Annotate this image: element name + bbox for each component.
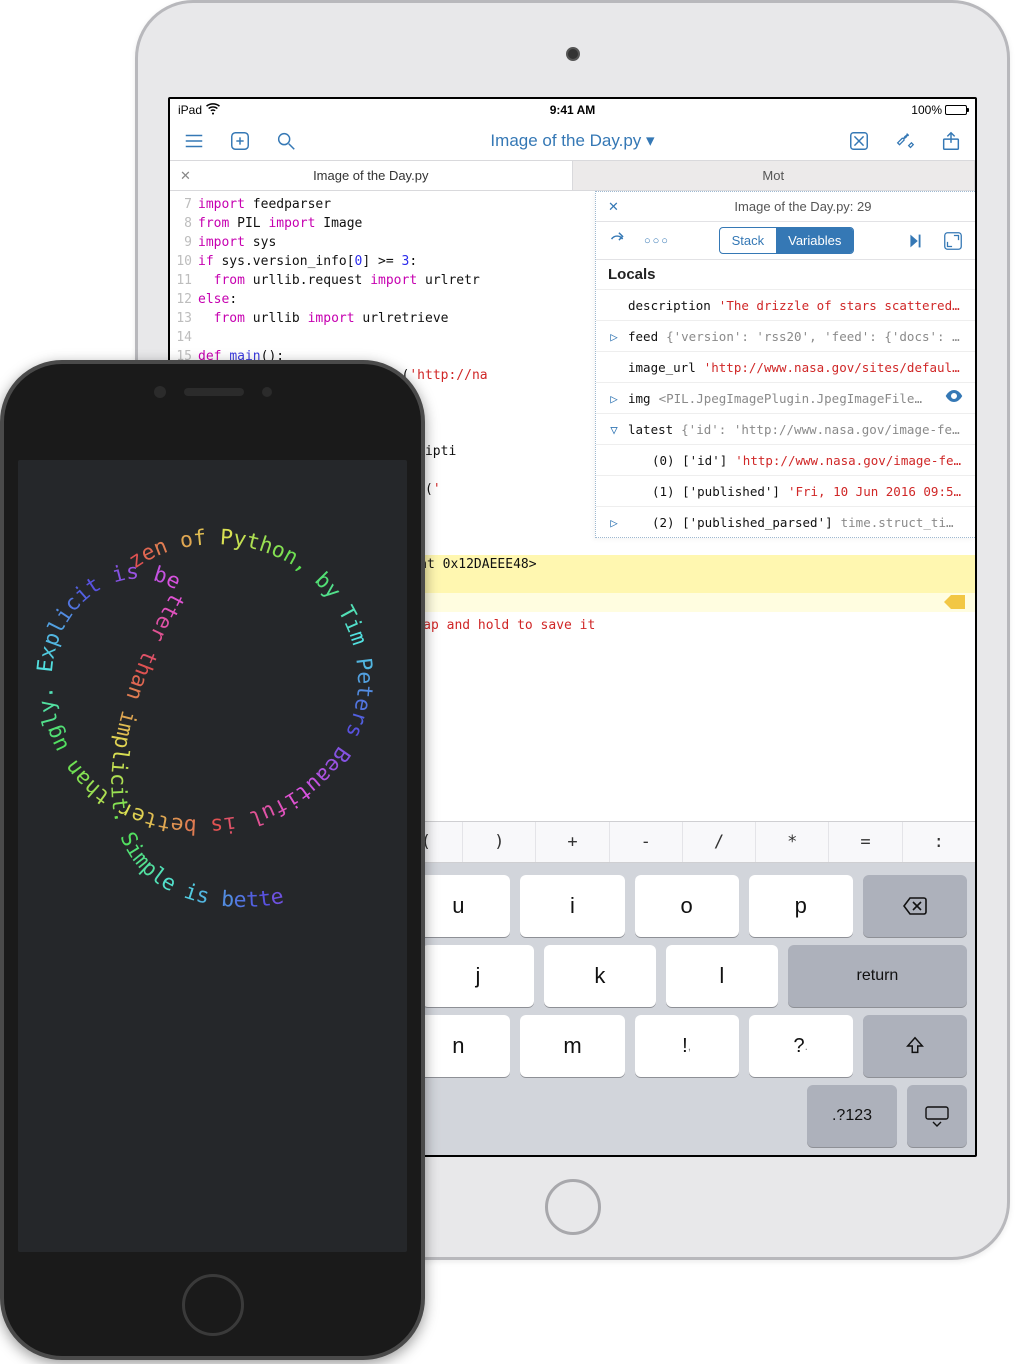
key-i[interactable]: i	[520, 875, 624, 937]
status-bar: iPad 9:41 AM 100%	[170, 99, 975, 121]
tab-label: Mot	[762, 168, 784, 183]
debugger-title-bar: ✕ Image of the Day.py: 29	[596, 192, 975, 222]
document-title[interactable]: Image of the Day.py ▾	[490, 131, 654, 151]
menu-icon[interactable]	[182, 129, 206, 153]
close-tab-icon[interactable]: ✕	[180, 168, 191, 184]
variable-row[interactable]: description'The drizzle of stars scatter…	[596, 289, 975, 320]
variable-row[interactable]: (1) ['published']'Fri, 10 Jun 2016 09:5…	[596, 475, 975, 506]
shift-key[interactable]	[863, 1015, 967, 1077]
debugger-title: Image of the Day.py: 29	[631, 199, 975, 214]
variables-list: description'The drizzle of stars scatter…	[596, 289, 975, 537]
eye-icon[interactable]	[945, 389, 963, 407]
key-l[interactable]: l	[666, 945, 778, 1007]
zen-spiral: zen of Python, by Tim Peters Beautiful i…	[18, 460, 407, 1252]
return-key[interactable]: return	[788, 945, 967, 1007]
ipad-camera	[566, 47, 580, 61]
home-button[interactable]	[545, 1179, 601, 1235]
search-icon[interactable]	[274, 129, 298, 153]
symbol-key[interactable]: =	[829, 822, 902, 862]
backspace-key[interactable]	[863, 875, 967, 937]
key-![interactable]: !,	[635, 1015, 739, 1077]
segmented-control[interactable]: Stack Variables	[719, 227, 855, 254]
key-o[interactable]: o	[635, 875, 739, 937]
file-tab-inactive[interactable]: Mot	[573, 161, 976, 190]
toolbar: Image of the Day.py ▾	[170, 121, 975, 161]
wifi-icon	[206, 103, 220, 118]
device-label: iPad	[178, 103, 202, 117]
key-m[interactable]: m	[520, 1015, 624, 1077]
add-button[interactable]	[228, 129, 252, 153]
key-j[interactable]: j	[422, 945, 534, 1007]
key-k[interactable]: k	[544, 945, 656, 1007]
symbol-key[interactable]: *	[756, 822, 829, 862]
iphone-sensors	[154, 386, 272, 398]
alt-key[interactable]: .?123	[807, 1085, 897, 1147]
battery-percent: 100%	[911, 103, 942, 117]
share-icon[interactable]	[939, 129, 963, 153]
tab-label: Image of the Day.py	[313, 168, 428, 183]
key-p[interactable]: p	[749, 875, 853, 937]
expand-icon[interactable]	[941, 229, 965, 253]
debugger-panel: ✕ Image of the Day.py: 29 ○○○ Stack Vari…	[595, 191, 975, 538]
variable-row[interactable]: ▷img<PIL.JpegImagePlugin.JpegImageFile…	[596, 382, 975, 413]
file-tab-active[interactable]: ✕ Image of the Day.py	[170, 161, 573, 190]
symbol-key[interactable]: )	[463, 822, 536, 862]
variable-row[interactable]: ▷feed{'version': 'rss20', 'feed': {'docs…	[596, 320, 975, 351]
symbol-key[interactable]: -	[610, 822, 683, 862]
battery-icon	[945, 105, 967, 115]
variable-row[interactable]: image_url'http://www.nasa.gov/sites/defa…	[596, 351, 975, 382]
locals-header: Locals	[596, 260, 975, 289]
file-tabs: ✕ Image of the Day.py Mot	[170, 161, 975, 191]
stop-button[interactable]	[847, 129, 871, 153]
breakpoint-marker[interactable]	[951, 595, 965, 609]
tools-icon[interactable]	[893, 129, 917, 153]
step-out-icon[interactable]	[606, 229, 630, 253]
more-icon[interactable]: ○○○	[644, 235, 670, 247]
close-debugger-icon[interactable]: ✕	[596, 199, 631, 215]
clock: 9:41 AM	[550, 103, 596, 117]
symbol-key[interactable]: :	[903, 822, 975, 862]
continue-icon[interactable]	[903, 229, 927, 253]
zen-text: zen of Python, by Tim Peters Beautiful i…	[33, 525, 377, 913]
iphone-device-frame: zen of Python, by Tim Peters Beautiful i…	[0, 360, 425, 1360]
symbol-key[interactable]: /	[683, 822, 756, 862]
iphone-screen: zen of Python, by Tim Peters Beautiful i…	[18, 460, 407, 1252]
key-?[interactable]: ?.	[749, 1015, 853, 1077]
segment-stack[interactable]: Stack	[720, 228, 777, 253]
variable-row[interactable]: (0) ['id']'http://www.nasa.gov/image-fea…	[596, 444, 975, 475]
dismiss-keyboard-key[interactable]	[907, 1085, 967, 1147]
symbol-key[interactable]: +	[536, 822, 609, 862]
home-button[interactable]	[182, 1274, 244, 1336]
segment-variables[interactable]: Variables	[776, 228, 853, 253]
variable-row[interactable]: ▽latest{'id': 'http://www.nasa.gov/image…	[596, 413, 975, 444]
variable-row[interactable]: ▷(2) ['published_parsed']time.struct_ti…	[596, 506, 975, 537]
